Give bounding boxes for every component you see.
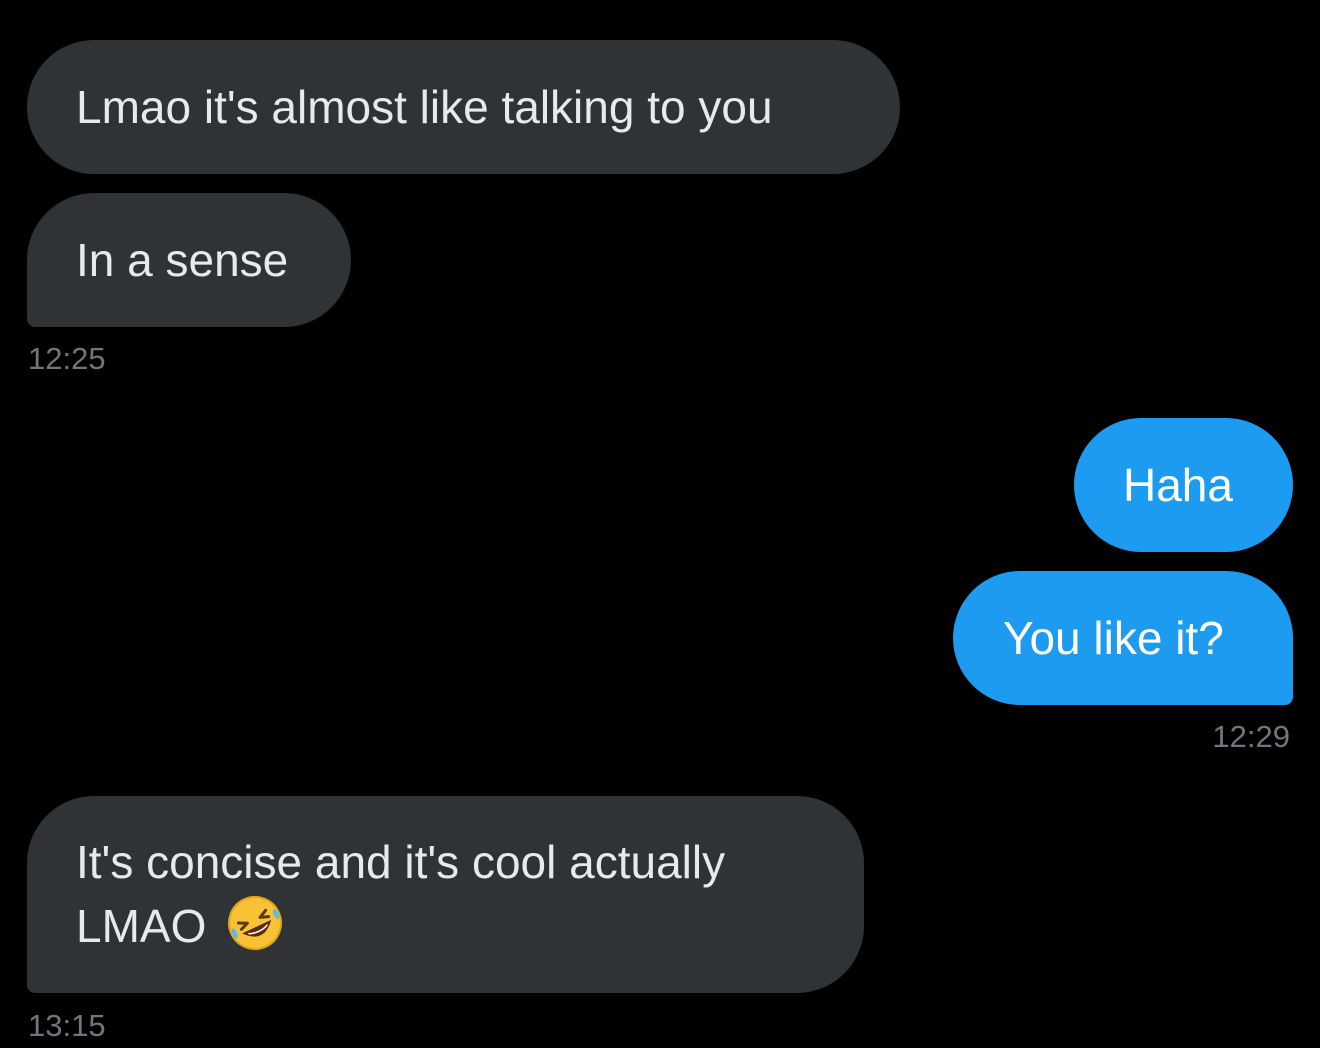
message-text: Lmao it's almost like talking to you [76, 81, 773, 133]
rolling-on-floor-laughing-emoji-icon [226, 894, 284, 952]
incoming-message[interactable]: It's concise and it's cool actually LMAO [27, 796, 864, 993]
incoming-message[interactable]: In a sense [27, 193, 351, 327]
message-text-line: LMAO [76, 894, 864, 958]
message-text: You like it? [1003, 612, 1224, 664]
message-timestamp: 13:15 [28, 1008, 106, 1043]
outgoing-message[interactable]: You like it? [953, 571, 1293, 705]
incoming-message[interactable]: Lmao it's almost like talking to you [27, 40, 900, 174]
message-text: In a sense [76, 234, 289, 286]
message-text-line: It's concise and it's cool actually [76, 836, 726, 888]
message-text: Haha [1123, 459, 1233, 511]
outgoing-message[interactable]: Haha [1074, 418, 1293, 552]
message-timestamp: 12:25 [28, 341, 106, 376]
message-timestamp: 12:29 [1212, 719, 1290, 754]
message-text: LMAO [76, 900, 207, 952]
